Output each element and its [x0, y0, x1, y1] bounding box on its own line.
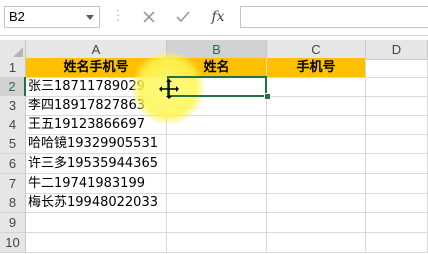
- cell-a7[interactable]: 牛二19741983199: [26, 174, 167, 194]
- cell-c5[interactable]: [267, 134, 366, 154]
- cell-c3[interactable]: [267, 96, 366, 116]
- cell-c6[interactable]: [267, 154, 366, 174]
- row-header-8[interactable]: 8: [0, 193, 26, 213]
- cell-a9[interactable]: [26, 213, 167, 233]
- cell-c9[interactable]: [267, 213, 366, 233]
- cell-b8[interactable]: [167, 193, 267, 213]
- cell-a5[interactable]: 哈哈镜19329905531: [26, 134, 167, 154]
- cell-b6[interactable]: [167, 154, 267, 174]
- cell-c7[interactable]: [267, 174, 366, 194]
- separator-dots-icon: · · ·: [116, 6, 120, 27]
- cell-a8[interactable]: 梅长苏19948022033: [26, 193, 167, 213]
- row-header-5[interactable]: 5: [0, 134, 26, 154]
- row-header-1[interactable]: 1: [0, 58, 26, 78]
- cell-b9[interactable]: [167, 213, 267, 233]
- cell-d2[interactable]: [366, 77, 428, 97]
- cell-b7[interactable]: [167, 174, 267, 194]
- column-header-c[interactable]: C: [267, 40, 366, 60]
- cell-d8[interactable]: [366, 193, 428, 213]
- chevron-down-icon[interactable]: [86, 15, 94, 20]
- cell-d7[interactable]: [366, 174, 428, 194]
- cell-c4[interactable]: [267, 115, 366, 135]
- cell-c1[interactable]: 手机号: [267, 58, 366, 78]
- cell-d10[interactable]: [366, 233, 428, 253]
- row-header-6[interactable]: 6: [0, 154, 26, 174]
- cell-d6[interactable]: [366, 154, 428, 174]
- selected-cell-border: [167, 76, 267, 97]
- check-icon[interactable]: [174, 8, 192, 26]
- cell-c8[interactable]: [267, 193, 366, 213]
- formula-bar: B2 · · · fx: [0, 0, 428, 36]
- cell-a6[interactable]: 许三多19535944365: [26, 154, 167, 174]
- formula-input[interactable]: [240, 6, 428, 28]
- cell-d5[interactable]: [366, 134, 428, 154]
- move-cursor-icon: [159, 79, 179, 99]
- cell-d4[interactable]: [366, 115, 428, 135]
- fill-handle[interactable]: [264, 93, 271, 100]
- row-header-10[interactable]: 10: [0, 233, 26, 253]
- row-header-9[interactable]: 9: [0, 213, 26, 233]
- name-box-value: B2: [9, 9, 25, 24]
- cell-b10[interactable]: [167, 233, 267, 253]
- row-header-2[interactable]: 2: [0, 77, 26, 97]
- row-header-3[interactable]: 3: [0, 96, 26, 116]
- cell-b5[interactable]: [167, 134, 267, 154]
- row-header-7[interactable]: 7: [0, 174, 26, 194]
- name-box[interactable]: B2: [4, 6, 100, 28]
- column-header-d[interactable]: D: [366, 40, 428, 60]
- cell-d1[interactable]: [366, 58, 428, 78]
- cell-c2[interactable]: [267, 77, 366, 97]
- close-icon[interactable]: [140, 8, 158, 26]
- cell-d3[interactable]: [366, 96, 428, 116]
- cell-a10[interactable]: [26, 233, 167, 253]
- cell-c10[interactable]: [267, 233, 366, 253]
- select-all-button[interactable]: [0, 40, 26, 60]
- insert-function-button[interactable]: fx: [207, 6, 229, 28]
- column-header-a[interactable]: A: [26, 40, 167, 60]
- cell-d9[interactable]: [366, 213, 428, 233]
- row-header-4[interactable]: 4: [0, 115, 26, 135]
- cell-a4[interactable]: 王五19123866697: [26, 115, 167, 135]
- select-all-icon: [13, 47, 23, 57]
